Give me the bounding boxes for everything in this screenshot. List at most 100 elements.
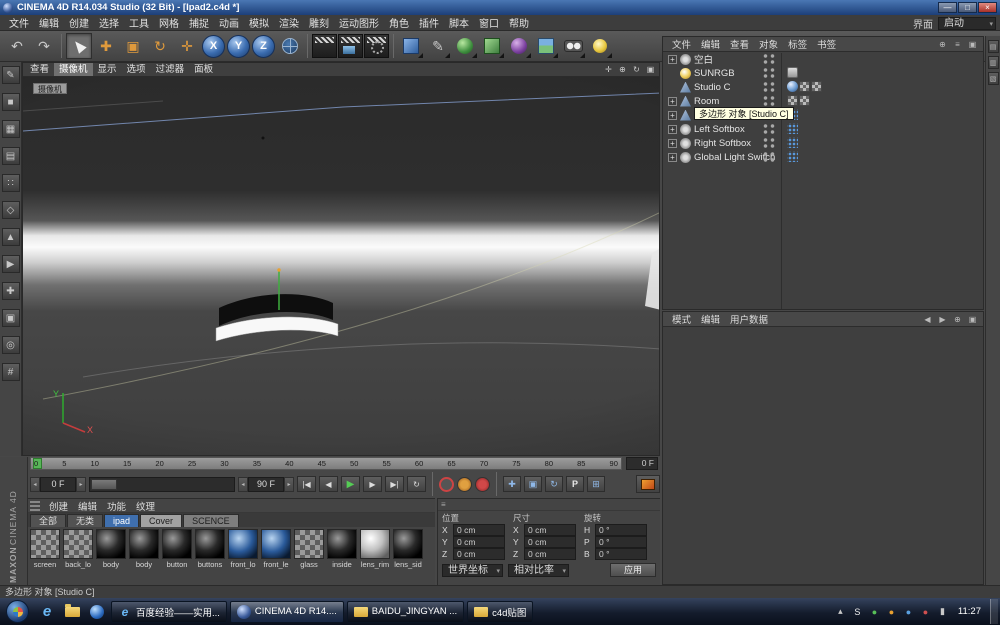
menu-item[interactable]: 书签 — [812, 37, 841, 51]
taskbar-button[interactable]: 百度经验——实用... — [111, 601, 227, 623]
start-frame-value[interactable]: 0 F — [40, 477, 76, 492]
mode-icon[interactable]: ▶ — [2, 255, 20, 273]
timeline-ruler[interactable]: 051015202530354045505560657075808590 — [30, 457, 622, 470]
goto-start-button[interactable]: |◀ — [297, 476, 316, 492]
material-tab[interactable]: ipad — [104, 514, 139, 527]
taskbar-clock[interactable]: 11:27 — [953, 606, 986, 617]
tray-icon[interactable]: ● — [919, 605, 932, 618]
autokey-button[interactable] — [457, 477, 472, 492]
tag-icon[interactable] — [787, 95, 798, 106]
material-thumbnail[interactable] — [360, 529, 390, 559]
tray-icon[interactable]: ▮ — [936, 605, 949, 618]
make-preview-button[interactable] — [636, 475, 660, 493]
material-thumbnail[interactable] — [393, 529, 423, 559]
menu-item[interactable]: 帮助 — [504, 15, 534, 30]
material-tab[interactable]: SCENCE — [183, 514, 239, 527]
tag-icon[interactable] — [799, 95, 810, 106]
menu-item[interactable]: 纹理 — [131, 499, 160, 513]
media-player-quicklaunch-icon[interactable] — [86, 601, 108, 623]
material-thumbnail[interactable] — [162, 529, 192, 559]
scale-tool-button[interactable]: ▣ — [120, 33, 146, 59]
layout-tab[interactable]: ▧ — [988, 72, 999, 85]
position-record-button[interactable]: ✚ — [503, 476, 521, 492]
expander-icon[interactable] — [668, 153, 677, 162]
layout-tab[interactable]: ▤ — [988, 40, 999, 53]
expander-icon[interactable] — [668, 125, 677, 134]
panel-menu-icon[interactable]: ≡ — [441, 500, 446, 509]
mode-icon[interactable]: ■ — [2, 93, 20, 111]
menu-item[interactable]: 创建 — [44, 499, 73, 513]
slider-handle[interactable] — [91, 479, 117, 490]
mode-icon[interactable]: ▤ — [2, 147, 20, 165]
pla-record-button[interactable]: ⊞ — [587, 476, 605, 492]
undo-button[interactable]: ↶ — [4, 33, 30, 59]
material-thumbnail[interactable] — [129, 529, 159, 559]
previous-frame-button[interactable]: ◀ — [319, 476, 338, 492]
expander-icon[interactable] — [668, 97, 677, 106]
minimize-button[interactable]: — — [938, 2, 957, 13]
layout-dropdown[interactable]: 启动 — [938, 17, 996, 30]
title-bar[interactable]: CINEMA 4D R14.034 Studio (32 Bit) - [Ipa… — [0, 0, 1000, 15]
axis-lock-button[interactable]: Y — [227, 35, 250, 58]
apply-button[interactable]: 应用 — [610, 563, 656, 577]
viewport-menu-item[interactable]: 摄像机 — [54, 63, 93, 76]
axis-lock-button[interactable]: X — [202, 35, 225, 58]
expander-icon[interactable] — [668, 69, 677, 78]
search-icon[interactable]: ⊕ — [936, 38, 949, 50]
menu-item[interactable]: 窗口 — [474, 15, 504, 30]
history-back-icon[interactable]: ◀ — [921, 313, 934, 325]
coordinate-system-dropdown[interactable]: 世界坐标 — [442, 564, 503, 577]
taskbar-button[interactable]: BAIDU_JINGYAN ... — [347, 601, 464, 623]
menu-item[interactable]: 网格 — [154, 15, 184, 30]
add-cube-button[interactable] — [398, 33, 424, 59]
show-desktop-button[interactable] — [990, 599, 998, 624]
viewport-menu-item[interactable]: 选项 — [122, 63, 151, 76]
viewport-menu-item[interactable]: 过滤器 — [151, 63, 190, 76]
material-thumbnail[interactable] — [228, 529, 258, 559]
menu-item[interactable]: 文件 — [667, 37, 696, 51]
material-tab[interactable]: Cover — [140, 514, 182, 527]
menu-item[interactable]: 脚本 — [444, 15, 474, 30]
material-item[interactable]: front_le — [260, 529, 292, 569]
tag-icon[interactable] — [787, 123, 798, 134]
material-item[interactable]: back_lo — [62, 529, 94, 569]
menu-item[interactable]: 模拟 — [244, 15, 274, 30]
explorer-quicklaunch-icon[interactable] — [61, 601, 83, 623]
spinner-right-icon[interactable]: ▸ — [76, 477, 86, 492]
viewport-menu-item[interactable]: 显示 — [93, 63, 122, 76]
menu-item[interactable]: 文件 — [4, 15, 34, 30]
view-control-icon[interactable]: ▣ — [644, 64, 657, 76]
panel-icon[interactable]: ▣ — [966, 313, 979, 325]
play-button[interactable]: ▶ — [341, 476, 360, 492]
menu-item[interactable]: 创建 — [64, 15, 94, 30]
tray-icon[interactable]: ● — [902, 605, 915, 618]
tray-icon[interactable]: ● — [885, 605, 898, 618]
object-label[interactable]: Right Softbox — [694, 138, 751, 149]
object-row[interactable]: 空白 — [663, 52, 983, 66]
panel-icon[interactable]: ▣ — [966, 38, 979, 50]
object-row[interactable]: Right Softbox — [663, 136, 983, 150]
start-button[interactable] — [6, 600, 29, 623]
tag-icon[interactable] — [787, 151, 798, 162]
mode-icon[interactable]: ▣ — [2, 309, 20, 327]
material-thumbnail[interactable] — [30, 529, 60, 559]
material-thumbnail[interactable] — [327, 529, 357, 559]
position-field[interactable]: 0 cm — [453, 524, 505, 536]
history-forward-icon[interactable]: ▶ — [936, 313, 949, 325]
parameter-record-button[interactable]: P — [566, 476, 584, 492]
menu-item[interactable]: 模式 — [667, 312, 696, 326]
rotation-record-button[interactable]: ↻ — [545, 476, 563, 492]
modeling-button[interactable] — [479, 33, 505, 59]
menu-item[interactable]: 功能 — [102, 499, 131, 513]
tray-icon[interactable]: ▴ — [834, 605, 847, 618]
size-mode-dropdown[interactable]: 相对比率 — [508, 564, 569, 577]
material-item[interactable]: body — [95, 529, 127, 569]
viewport-menu-item[interactable]: 查看 — [25, 63, 54, 76]
material-tab[interactable]: 全部 — [30, 514, 66, 527]
expander-icon[interactable] — [668, 83, 677, 92]
material-thumbnail[interactable] — [261, 529, 291, 559]
keyframe-selection-button[interactable] — [475, 477, 490, 492]
taskbar-button[interactable]: c4d贴图 — [467, 601, 533, 623]
rotate-tool-button[interactable]: ↻ — [147, 33, 173, 59]
menu-item[interactable]: 插件 — [414, 15, 444, 30]
